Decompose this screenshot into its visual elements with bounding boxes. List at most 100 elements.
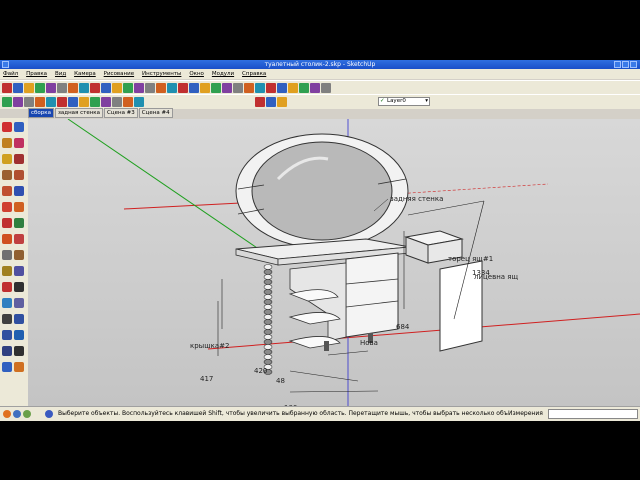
protractor-icon[interactable]: [123, 83, 133, 93]
select-icon[interactable]: [2, 83, 12, 93]
position-camera-icon-2[interactable]: [277, 97, 287, 107]
circle-icon[interactable]: [35, 83, 45, 93]
monochrome-icon-2[interactable]: [46, 97, 56, 107]
warehouse-icon[interactable]: [255, 83, 265, 93]
arc-icon[interactable]: [46, 83, 56, 93]
zoom-icon[interactable]: [200, 83, 210, 93]
maximize-icon[interactable]: [622, 61, 629, 68]
rotate-tool-icon[interactable]: [2, 218, 12, 228]
menu-edit[interactable]: Правка: [23, 69, 50, 77]
component-tool-icon[interactable]: [14, 122, 24, 132]
drawing-viewport[interactable]: задняя стенка торец ящ#1 лицевна ящ крыш…: [28, 118, 640, 421]
components-icon[interactable]: [266, 83, 276, 93]
credits-icon[interactable]: [13, 410, 21, 418]
menu-camera[interactable]: Камера: [71, 69, 99, 77]
arc-tool-icon[interactable]: [14, 170, 24, 180]
iso-icon-2[interactable]: [57, 97, 67, 107]
styles-icon[interactable]: [277, 83, 287, 93]
fog-icon[interactable]: [310, 83, 320, 93]
xray-icon[interactable]: [321, 83, 331, 93]
previous-tool-icon[interactable]: [14, 330, 24, 340]
orbit-tool-icon[interactable]: [2, 298, 12, 308]
scale-icon[interactable]: [90, 83, 100, 93]
lookaround-icon-2[interactable]: [266, 97, 276, 107]
pushpull-tool-icon[interactable]: [14, 202, 24, 212]
axes-tool-icon[interactable]: [2, 282, 12, 292]
offset-tool-icon[interactable]: [14, 234, 24, 244]
protractor-tool-icon[interactable]: [2, 266, 12, 276]
dimension-tool-icon[interactable]: [14, 250, 24, 260]
polygon-tool-icon[interactable]: [2, 186, 12, 196]
left-icon-2[interactable]: [112, 97, 122, 107]
lookaround-tool-icon[interactable]: [2, 362, 12, 372]
freehand-tool-icon[interactable]: [14, 186, 24, 196]
3dtext-tool-icon[interactable]: [14, 282, 24, 292]
text-icon[interactable]: [134, 83, 144, 93]
axes-icon[interactable]: [145, 83, 155, 93]
position-tool-icon[interactable]: [2, 346, 12, 356]
walk-icon-2[interactable]: [255, 97, 265, 107]
close-icon[interactable]: [630, 61, 637, 68]
line-tool-icon[interactable]: [14, 154, 24, 164]
zoomwindow-icon[interactable]: [211, 83, 221, 93]
spiral-leg[interactable]: [263, 264, 273, 375]
previous-icon[interactable]: [233, 83, 243, 93]
followme-tool-icon[interactable]: [14, 218, 24, 228]
next-icon[interactable]: [244, 83, 254, 93]
offset-icon[interactable]: [101, 83, 111, 93]
paint-icon[interactable]: [24, 83, 34, 93]
menu-view[interactable]: Вид: [52, 69, 69, 77]
pushpull-icon[interactable]: [57, 83, 67, 93]
zoom-tool-icon[interactable]: [2, 314, 12, 324]
tab-scene-assembly[interactable]: сборка: [28, 108, 54, 118]
zoomextents-tool-icon[interactable]: [2, 330, 12, 340]
menu-help[interactable]: Справка: [239, 69, 269, 77]
front-icon-2[interactable]: [79, 97, 89, 107]
wireframe-icon-2[interactable]: [2, 97, 12, 107]
user-icon[interactable]: [23, 410, 31, 418]
section-icon[interactable]: [156, 83, 166, 93]
text-tool-icon[interactable]: [14, 266, 24, 276]
move-tool-icon[interactable]: [2, 202, 12, 212]
shadows-icon[interactable]: [299, 83, 309, 93]
tape-icon[interactable]: [112, 83, 122, 93]
rectangle-tool-icon[interactable]: [2, 154, 12, 164]
circle-tool-icon[interactable]: [2, 170, 12, 180]
menu-draw[interactable]: Рисование: [101, 69, 137, 77]
mirror-glass[interactable]: [251, 141, 393, 241]
dimension-icon[interactable]: [167, 83, 177, 93]
select-tool-icon[interactable]: [2, 122, 12, 132]
menu-file[interactable]: Файл: [0, 69, 21, 77]
eraser-tool-icon[interactable]: [14, 138, 24, 148]
zoomwindow-tool-icon[interactable]: [14, 314, 24, 324]
layers-icon[interactable]: [288, 83, 298, 93]
move-icon[interactable]: [68, 83, 78, 93]
right-icon-2[interactable]: [90, 97, 100, 107]
walk-tool-icon[interactable]: [14, 346, 24, 356]
tab-scene-3[interactable]: Сцена #3: [104, 108, 138, 118]
paint-tool-icon[interactable]: [2, 138, 12, 148]
top-icon-2[interactable]: [68, 97, 78, 107]
measurements-input[interactable]: [548, 409, 638, 419]
menu-window[interactable]: Окно: [186, 69, 207, 77]
help-icon[interactable]: [45, 410, 53, 418]
hiddenline-icon-2[interactable]: [13, 97, 23, 107]
layer-select[interactable]: Layer0 ✓ ▾: [378, 97, 430, 106]
pan-tool-icon[interactable]: [14, 298, 24, 308]
sun-icon-2[interactable]: [134, 97, 144, 107]
back-icon-2[interactable]: [101, 97, 111, 107]
tab-scene-back-wall[interactable]: задная стенка: [54, 108, 103, 118]
model-canvas[interactable]: задняя стенка торец ящ#1 лицевна ящ крыш…: [28, 118, 640, 421]
shaded-icon-2[interactable]: [24, 97, 34, 107]
rotate-icon[interactable]: [79, 83, 89, 93]
pan-icon[interactable]: [189, 83, 199, 93]
geo-location-icon[interactable]: [3, 410, 11, 418]
menu-plugins[interactable]: Модули: [209, 69, 237, 77]
zoomextents-icon[interactable]: [222, 83, 232, 93]
textured-icon-2[interactable]: [35, 97, 45, 107]
section-tool-icon[interactable]: [14, 362, 24, 372]
orbit-icon[interactable]: [178, 83, 188, 93]
tape-tool-icon[interactable]: [2, 250, 12, 260]
eraser-icon[interactable]: [13, 83, 23, 93]
scale-tool-icon[interactable]: [2, 234, 12, 244]
